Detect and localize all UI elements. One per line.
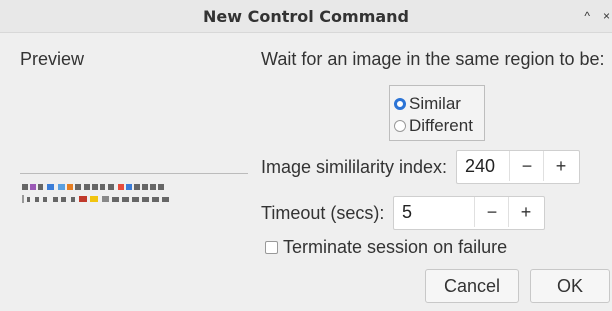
- wait-label: Wait for an image in the same region to …: [261, 49, 605, 69]
- similarity-mode-group: Similar Different: [389, 85, 485, 141]
- radio-similar[interactable]: Similar: [394, 94, 461, 114]
- similarity-label: Image simililarity index:: [261, 157, 448, 177]
- terminate-checkbox-row[interactable]: Terminate session on failure: [265, 237, 507, 258]
- radio-different-label: Different: [409, 116, 473, 135]
- timeout-increment-button[interactable]: +: [508, 197, 543, 227]
- minimize-icon[interactable]: ^: [584, 9, 590, 23]
- similarity-decrement-button[interactable]: −: [509, 151, 544, 181]
- close-icon[interactable]: ×: [603, 9, 610, 23]
- radio-selected-icon[interactable]: [394, 98, 406, 110]
- similarity-spinbox[interactable]: 240 − +: [456, 150, 580, 184]
- radio-different[interactable]: Different: [394, 116, 473, 136]
- radio-unselected-icon[interactable]: [394, 120, 406, 132]
- dialog-title: New Control Command: [202, 7, 410, 26]
- similarity-increment-button[interactable]: +: [543, 151, 578, 181]
- radio-similar-label: Similar: [409, 94, 461, 113]
- similarity-value[interactable]: 240: [465, 156, 495, 177]
- preview-image: [20, 168, 252, 208]
- timeout-label: Timeout (secs):: [261, 203, 385, 223]
- ok-button[interactable]: OK: [530, 269, 610, 303]
- new-control-command-dialog: New Control Command ^ × Preview Wait for…: [0, 0, 612, 311]
- toolbar-preview-graphic: [22, 184, 169, 203]
- timeout-value[interactable]: 5: [402, 202, 412, 223]
- terminate-label: Terminate session on failure: [283, 237, 508, 257]
- timeout-decrement-button[interactable]: −: [474, 197, 509, 227]
- cancel-button[interactable]: Cancel: [425, 269, 519, 303]
- preview-label: Preview: [20, 49, 85, 69]
- title-bar[interactable]: New Control Command ^ ×: [0, 0, 612, 33]
- timeout-spinbox[interactable]: 5 − +: [393, 196, 545, 230]
- terminate-checkbox[interactable]: [265, 241, 278, 254]
